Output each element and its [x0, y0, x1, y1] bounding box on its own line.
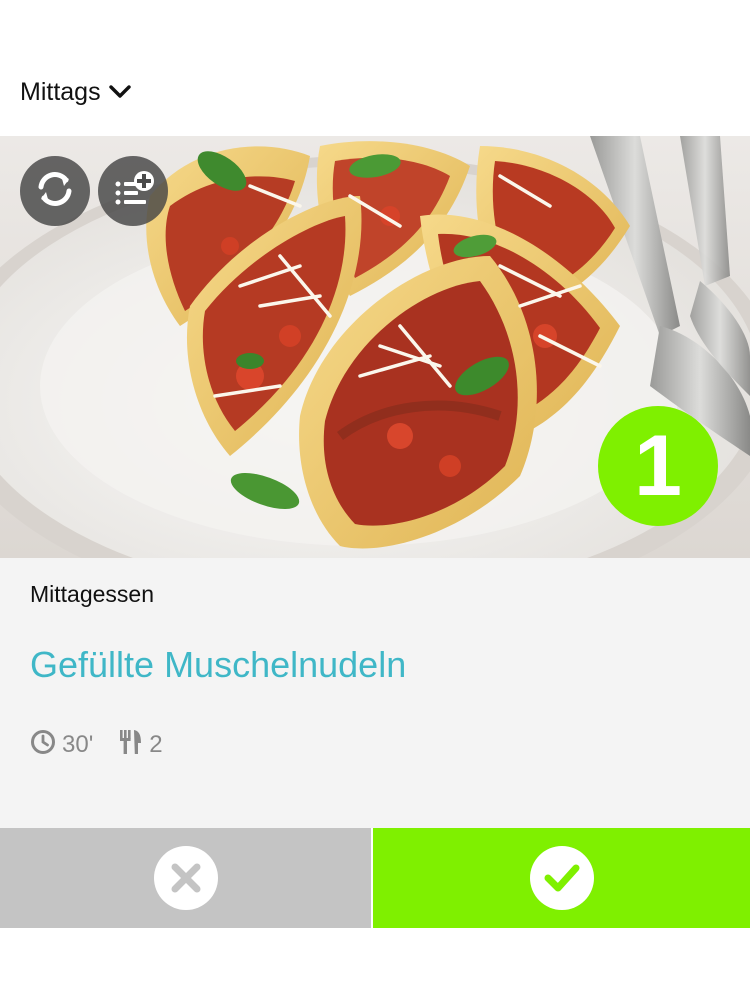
recipe-title[interactable]: Gefüllte Muschelnudeln — [30, 644, 406, 686]
recipe-photo[interactable]: 1 — [0, 136, 750, 558]
reject-button[interactable] — [0, 828, 373, 928]
close-icon — [153, 846, 218, 910]
meal-selector-label: Mittags — [20, 77, 101, 106]
prep-time: 30' — [30, 729, 93, 762]
refresh-icon — [33, 167, 77, 216]
servings-value: 2 — [149, 731, 163, 758]
clock-icon — [30, 729, 56, 762]
accept-button[interactable] — [373, 828, 750, 928]
action-bar — [0, 828, 750, 928]
add-to-list-button[interactable] — [98, 156, 168, 226]
add-to-list-icon — [111, 167, 155, 216]
cutlery-icon — [119, 729, 143, 762]
check-icon — [529, 846, 594, 910]
top-bar: Mittags — [0, 0, 750, 136]
servings: 2 — [119, 729, 163, 762]
chevron-down-icon — [108, 85, 131, 99]
recipe-meta: 30' 2 — [30, 729, 189, 762]
recipe-info: Mittagessen Gefüllte Muschelnudeln 30' 2 — [0, 558, 750, 828]
refresh-button[interactable] — [20, 156, 90, 226]
rank-badge: 1 — [598, 406, 718, 526]
recipe-category: Mittagessen — [30, 581, 155, 607]
meal-selector[interactable]: Mittags — [20, 74, 131, 110]
prep-time-value: 30' — [62, 731, 94, 758]
